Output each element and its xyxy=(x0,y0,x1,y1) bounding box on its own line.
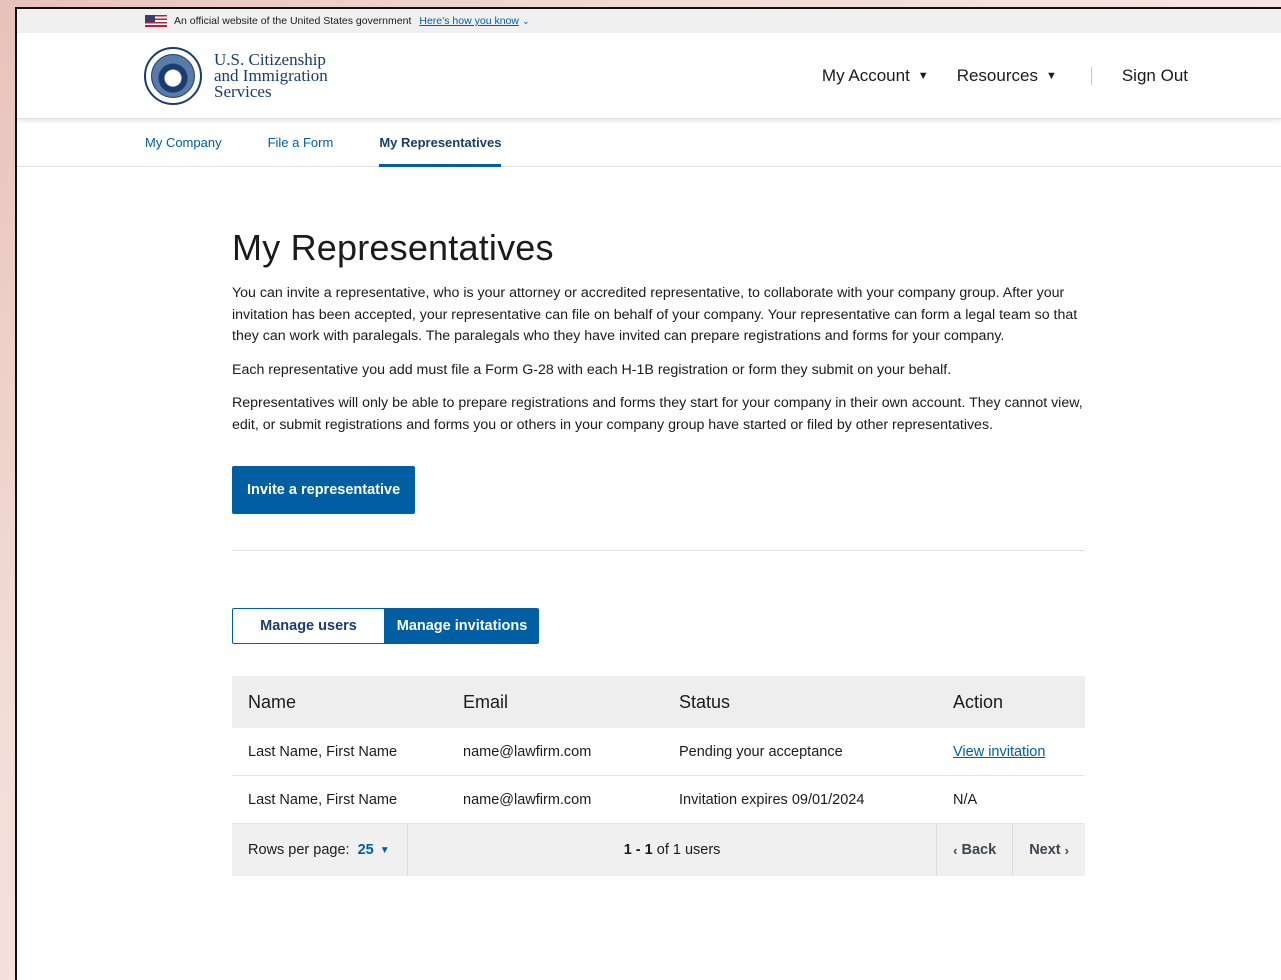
invitations-table: Name Email Status Action Last Name, Firs… xyxy=(232,676,1085,876)
chevron-right-icon: › xyxy=(1064,842,1069,858)
cell-email: name@lawfirm.com xyxy=(463,791,592,808)
sign-out-link[interactable]: Sign Out xyxy=(1122,66,1188,86)
heres-how-you-know-link[interactable]: Here’s how you know xyxy=(419,15,519,27)
table-row: Last Name, First Name name@lawfirm.com I… xyxy=(232,776,1085,824)
chevron-down-icon[interactable]: ⌄ xyxy=(522,16,530,27)
column-header-email: Email xyxy=(463,691,509,712)
next-button[interactable]: Next › xyxy=(1012,824,1085,876)
gov-banner-text: An official website of the United States… xyxy=(174,15,412,27)
page-title: My Representatives xyxy=(232,227,554,268)
intro-paragraph: You can invite a representative, who is … xyxy=(232,285,1078,344)
next-label: Next xyxy=(1029,842,1061,858)
rows-per-page-label: Rows per page: xyxy=(248,842,350,858)
header-nav: My Account ▼ Resources ▼ Sign Out xyxy=(822,66,1188,86)
column-header-action: Action xyxy=(953,691,1004,712)
resources-label: Resources xyxy=(956,65,1038,85)
agency-name[interactable]: U.S. Citizenship and Immigration Service… xyxy=(214,51,328,101)
column-header-name: Name xyxy=(248,691,297,712)
chevron-left-icon: ‹ xyxy=(953,842,958,858)
rows-per-page-select[interactable]: 25 xyxy=(358,842,374,858)
resources-menu[interactable]: Resources ▼ xyxy=(957,66,1057,86)
cell-name: Last Name, First Name xyxy=(248,743,398,760)
cell-status: Pending your acceptance xyxy=(679,743,843,760)
caret-down-icon: ▼ xyxy=(1045,69,1057,82)
caret-down-icon[interactable]: ▼ xyxy=(380,845,390,856)
pagination-summary: 1 - 1 of 1 users xyxy=(408,842,936,858)
my-account-menu[interactable]: My Account ▼ xyxy=(822,66,929,86)
dhs-seal-logo[interactable] xyxy=(144,46,202,105)
sub-navigation: My Company File a Form My Representative… xyxy=(17,119,1281,167)
subnav-my-representatives[interactable]: My Representatives xyxy=(379,119,502,167)
my-account-label: My Account xyxy=(821,65,910,85)
site-header: U.S. Citizenship and Immigration Service… xyxy=(17,33,1281,119)
pagination-total: of 1 users xyxy=(656,842,721,858)
caret-down-icon: ▼ xyxy=(917,69,929,82)
subnav-my-company[interactable]: My Company xyxy=(145,119,222,166)
agency-name-line3: Services xyxy=(214,81,272,101)
invite-representative-button[interactable]: Invite a representative xyxy=(232,466,416,514)
column-header-status: Status xyxy=(679,691,731,712)
back-label: Back xyxy=(961,842,997,858)
g28-paragraph: Each representative you add must file a … xyxy=(232,361,952,378)
permissions-paragraph: Representatives will only be able to pre… xyxy=(232,395,1083,433)
cell-email: name@lawfirm.com xyxy=(463,743,592,760)
pagination-bar: Rows per page: 25 ▼ 1 - 1 of 1 users ‹ B… xyxy=(232,824,1085,876)
main-content: My Representatives You can invite a repr… xyxy=(232,227,1087,876)
user-tabs: Manage users Manage invitations xyxy=(232,608,1087,644)
table-row: Last Name, First Name name@lawfirm.com P… xyxy=(232,728,1085,776)
cell-status: Invitation expires 09/01/2024 xyxy=(679,791,865,808)
pagination-range: 1 - 1 xyxy=(623,842,653,858)
rows-per-page: Rows per page: 25 ▼ xyxy=(232,824,408,876)
section-divider xyxy=(232,550,1085,551)
gov-banner: An official website of the United States… xyxy=(17,9,1281,33)
tab-manage-invitations[interactable]: Manage invitations xyxy=(385,608,539,644)
cell-name: Last Name, First Name xyxy=(248,791,398,808)
cell-action: N/A xyxy=(953,791,978,808)
tab-manage-users[interactable]: Manage users xyxy=(232,608,385,644)
back-button[interactable]: ‹ Back xyxy=(936,824,1012,876)
nav-divider xyxy=(1090,66,1092,85)
us-flag-icon xyxy=(145,15,167,27)
view-invitation-link[interactable]: View invitation xyxy=(953,744,1045,760)
seal-emblem-icon xyxy=(151,53,195,98)
subnav-file-a-form[interactable]: File a Form xyxy=(268,119,334,166)
table-header: Name Email Status Action xyxy=(232,676,1085,728)
browser-page: An official website of the United States… xyxy=(15,7,1281,980)
